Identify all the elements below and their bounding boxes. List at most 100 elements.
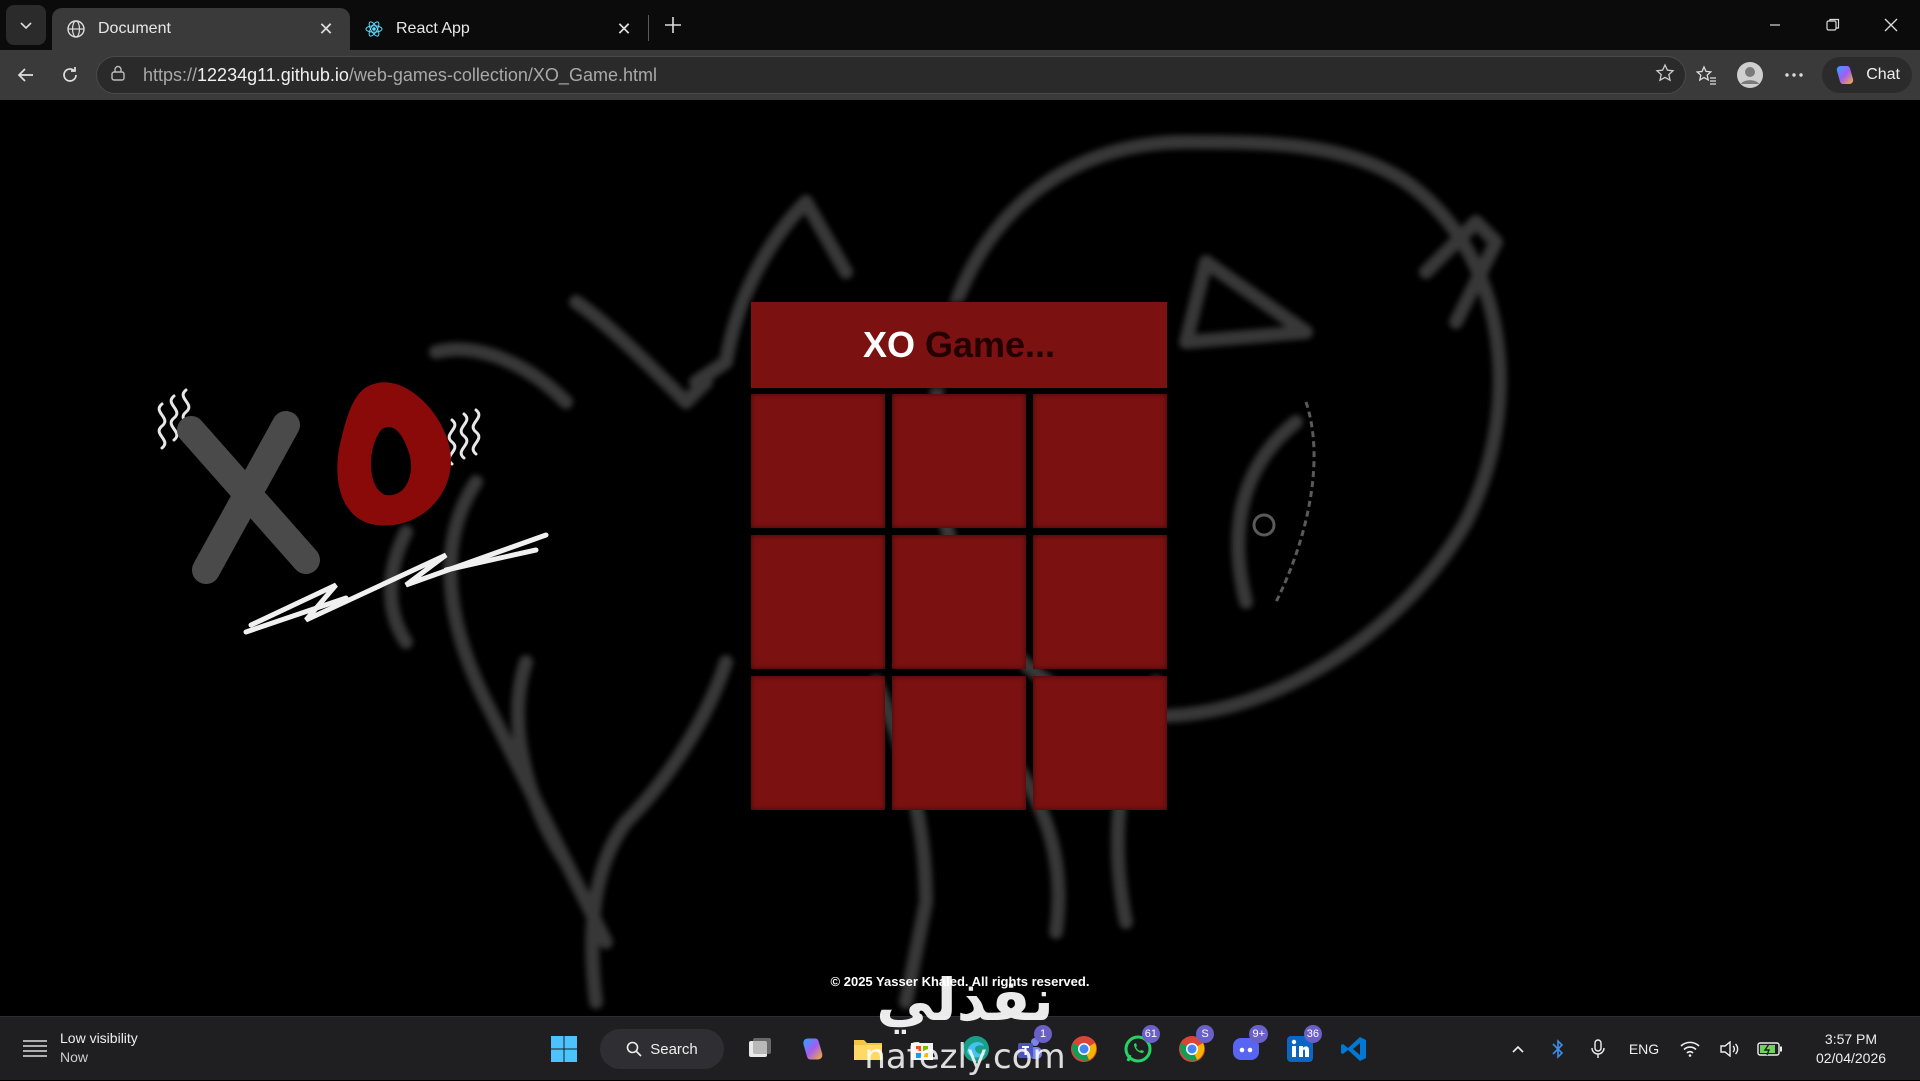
url-host: 12234g11.github.io — [197, 64, 349, 85]
url-path: /web-games-collection/XO_Game.html — [348, 64, 657, 85]
show-hidden-icons-button[interactable] — [1498, 1029, 1538, 1069]
close-window-button[interactable] — [1862, 0, 1920, 50]
file-explorer-app[interactable] — [844, 1025, 892, 1073]
new-tab-button[interactable] — [653, 5, 693, 45]
language-indicator[interactable]: ENG — [1618, 1041, 1670, 1057]
board-cell-1[interactable] — [751, 394, 885, 528]
more-menu-button[interactable] — [1772, 55, 1816, 95]
address-bar-row: https://12234g11.github.io/web-games-col… — [0, 50, 1920, 100]
battery-button[interactable] — [1750, 1029, 1790, 1069]
taskbar-search[interactable]: Search — [600, 1029, 724, 1069]
clock[interactable]: 3:57 PM 02/04/2026 — [1796, 1030, 1906, 1068]
tab-list-button[interactable] — [6, 5, 46, 45]
profile-button[interactable] — [1728, 55, 1772, 95]
copilot-icon — [803, 1038, 823, 1060]
wifi-button[interactable] — [1670, 1029, 1710, 1069]
game-title: XO Game... — [751, 302, 1167, 388]
taskbar-apps: Search 1 61 S 9+ 36 — [540, 1025, 1378, 1073]
url-field[interactable]: https://12234g11.github.io/web-games-col… — [96, 56, 1686, 94]
task-view-icon — [749, 1038, 771, 1057]
volume-button[interactable] — [1710, 1029, 1750, 1069]
chrome-icon — [1071, 1036, 1097, 1062]
plus-icon — [665, 17, 681, 33]
board-cell-4[interactable] — [751, 535, 885, 669]
linkedin-app[interactable]: 36 — [1276, 1025, 1324, 1073]
minimize-icon — [1770, 24, 1780, 26]
restore-button[interactable] — [1804, 0, 1862, 50]
game-title-main: XO — [862, 324, 915, 365]
discord-app[interactable]: 9+ — [1222, 1025, 1270, 1073]
toolbar-right: Chat — [1684, 50, 1920, 100]
board-cell-5[interactable] — [892, 535, 1026, 669]
copilot-chat-button[interactable]: Chat — [1822, 57, 1912, 93]
clock-date: 02/04/2026 — [1815, 1050, 1887, 1066]
site-info-icon[interactable] — [109, 64, 133, 87]
vscode-app[interactable] — [1330, 1025, 1378, 1073]
edge-app[interactable] — [952, 1025, 1000, 1073]
close-tab-icon[interactable]: ✕ — [614, 19, 634, 40]
board-cell-8[interactable] — [892, 676, 1026, 810]
favorites-icon — [1695, 65, 1717, 85]
back-button[interactable] — [4, 55, 48, 95]
tab-divider — [648, 15, 649, 41]
chrome-profile-app[interactable]: S — [1168, 1025, 1216, 1073]
url-text: https://12234g11.github.io/web-games-col… — [143, 65, 1655, 86]
microphone-icon — [1591, 1039, 1605, 1058]
tab-document[interactable]: Document ✕ — [52, 8, 350, 50]
favorites-button[interactable] — [1684, 55, 1728, 95]
weather-subtitle: Now — [60, 1049, 89, 1065]
board-cell-6[interactable] — [1033, 535, 1167, 669]
copilot-icon — [1837, 66, 1854, 84]
profile-badge: S — [1196, 1025, 1214, 1043]
chat-label: Chat — [1866, 66, 1900, 83]
task-view-button[interactable] — [736, 1025, 784, 1073]
board-cell-7[interactable] — [751, 676, 885, 810]
fog-icon — [23, 1040, 47, 1057]
folder-icon — [854, 1040, 882, 1060]
chrome-app[interactable] — [1060, 1025, 1108, 1073]
minimize-button[interactable] — [1746, 0, 1804, 50]
start-button[interactable] — [540, 1025, 588, 1073]
vscode-icon — [1341, 1037, 1366, 1061]
notification-badge: 1 — [1034, 1025, 1052, 1043]
xo-logo — [157, 382, 549, 635]
copilot-app[interactable] — [790, 1025, 838, 1073]
microphone-button[interactable] — [1578, 1029, 1618, 1069]
xo-game-board: XO Game... — [751, 302, 1175, 810]
board-cell-9[interactable] — [1033, 676, 1167, 810]
clock-time: 3:57 PM — [1824, 1031, 1878, 1047]
weather-widget[interactable]: Low visibility Now — [20, 1029, 138, 1067]
game-grid — [751, 394, 1167, 810]
whatsapp-app[interactable]: 61 — [1114, 1025, 1162, 1073]
favorite-star-icon[interactable] — [1655, 62, 1685, 88]
wifi-icon — [1680, 1041, 1700, 1057]
battery-charging-icon — [1757, 1042, 1782, 1056]
refresh-button[interactable] — [48, 55, 92, 95]
notification-badge: 36 — [1303, 1025, 1322, 1043]
page-footer: © 2025 Yasser Khaled. All rights reserve… — [830, 974, 1090, 989]
logo-o-shape — [337, 382, 451, 526]
window-controls — [1746, 0, 1920, 50]
weather-title: Low visibility — [60, 1030, 138, 1046]
windows-taskbar: Low visibility Now Search 1 61 S 9+ 36 E… — [0, 1016, 1920, 1080]
avatar-icon — [1737, 62, 1764, 88]
notification-badge: 9+ — [1249, 1025, 1268, 1043]
game-title-rest: Game... — [924, 324, 1056, 365]
store-icon — [911, 1043, 933, 1060]
tab-title: Document — [98, 20, 171, 37]
system-tray: ENG 3:57 PM 02/04/2026 — [1498, 1017, 1920, 1081]
restore-icon — [1826, 18, 1840, 31]
close-tab-icon[interactable]: ✕ — [316, 19, 336, 40]
url-scheme: https:// — [143, 64, 198, 85]
bluetooth-icon — [1552, 1039, 1564, 1059]
refresh-icon — [63, 67, 77, 82]
teams-app[interactable]: 1 — [1006, 1025, 1054, 1073]
bluetooth-button[interactable] — [1538, 1029, 1578, 1069]
tab-react-app[interactable]: React App ✕ — [350, 8, 648, 50]
tab-title: React App — [396, 20, 470, 37]
microsoft-store-app[interactable] — [898, 1025, 946, 1073]
chevron-down-icon — [20, 22, 32, 30]
board-cell-2[interactable] — [892, 394, 1026, 528]
board-cell-3[interactable] — [1033, 394, 1167, 528]
search-icon — [626, 1041, 642, 1057]
